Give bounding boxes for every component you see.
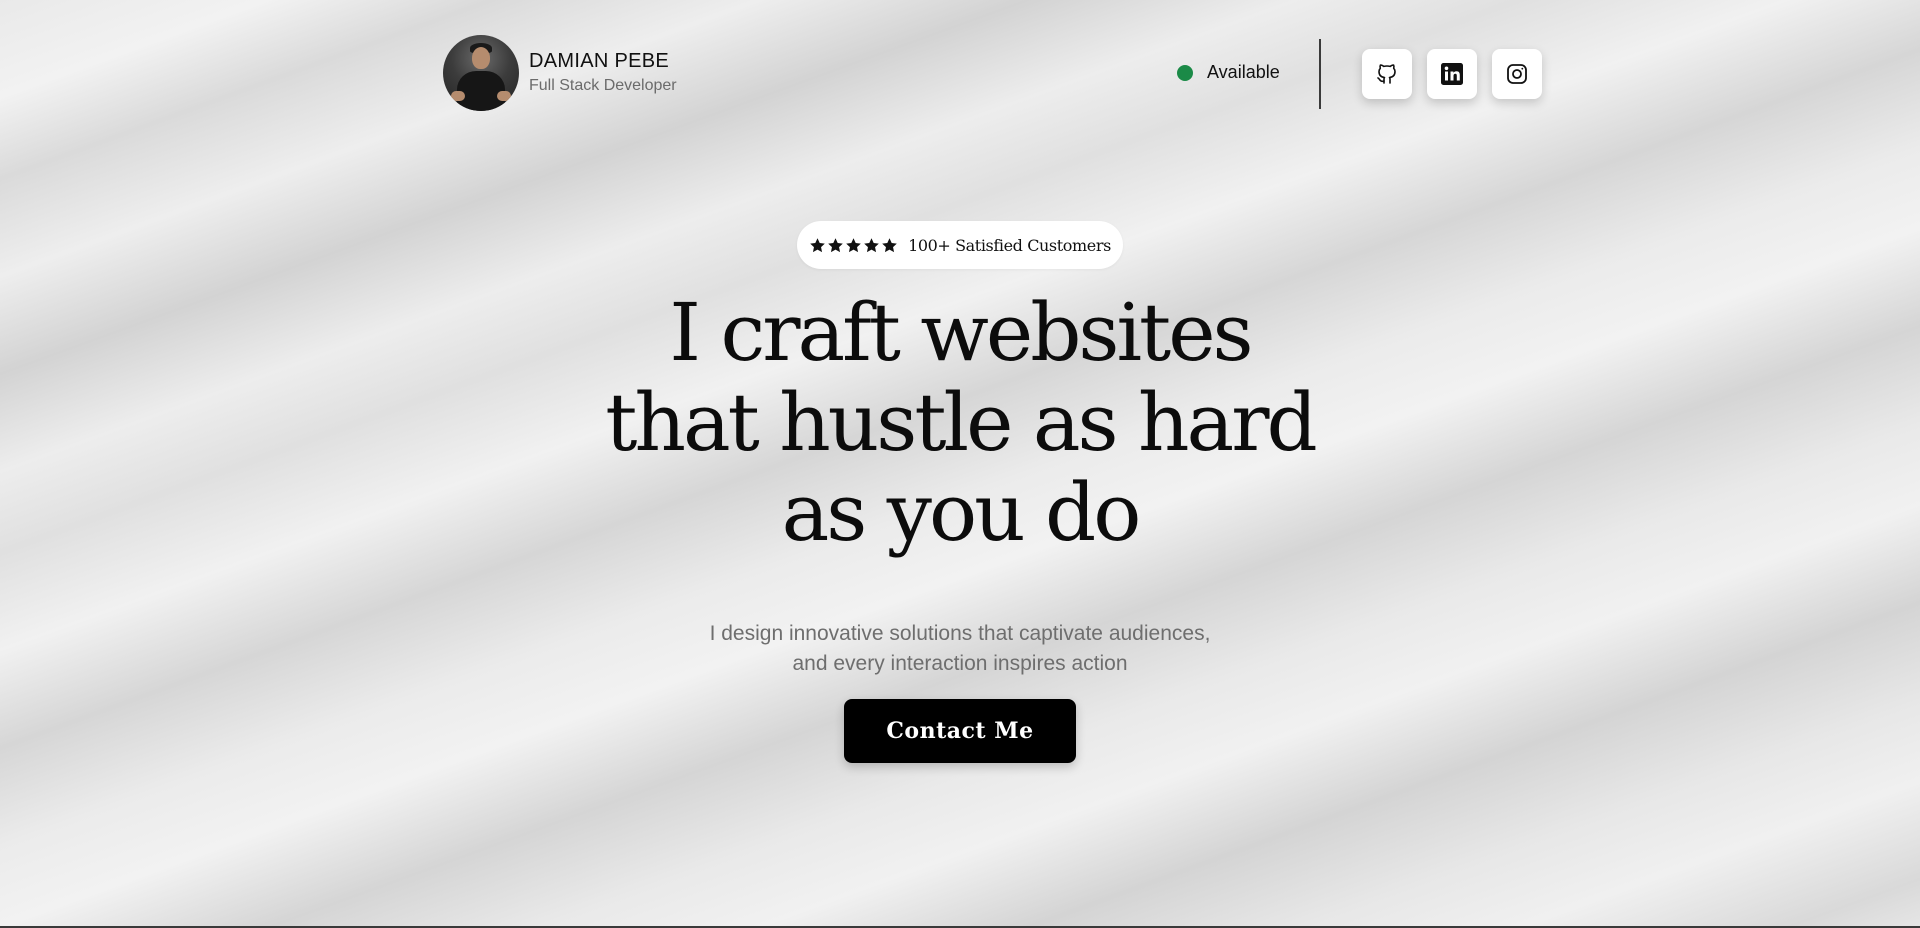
subtext-line-2: and every interaction inspires action: [792, 652, 1128, 675]
hero-headline: I craft websites that hustle as hard as …: [560, 288, 1360, 558]
github-button[interactable]: [1362, 49, 1412, 99]
instagram-button[interactable]: [1492, 49, 1542, 99]
site-header: DAMIAN PEBE Full Stack Developer Availab…: [443, 35, 1543, 111]
profile-info: DAMIAN PEBE Full Stack Developer: [529, 49, 677, 97]
rating-stars: [809, 237, 898, 254]
header-divider: [1319, 39, 1321, 109]
star-icon: [828, 237, 843, 252]
linkedin-icon: [1441, 63, 1463, 85]
headline-line-2: that hustle as hard: [605, 376, 1317, 469]
profile-role: Full Stack Developer: [529, 77, 677, 94]
hero-subtext: I design innovative solutions that capti…: [610, 619, 1310, 679]
linkedin-button[interactable]: [1427, 49, 1477, 99]
availability-label: Available: [1207, 62, 1280, 82]
headline-line-1: I craft websites: [669, 286, 1253, 379]
rating-badge: 100+ Satisfied Customers: [797, 221, 1123, 269]
contact-me-button[interactable]: Contact Me: [844, 699, 1076, 763]
social-links: [1362, 49, 1542, 99]
star-icon: [810, 237, 825, 252]
profile-name: DAMIAN PEBE: [529, 50, 669, 72]
availability-status: Available: [1177, 62, 1280, 83]
star-icon: [864, 237, 879, 252]
github-icon: [1377, 64, 1396, 84]
instagram-icon: [1507, 64, 1527, 84]
profile: DAMIAN PEBE Full Stack Developer: [443, 35, 677, 111]
avatar: [443, 35, 519, 111]
headline-line-3: as you do: [781, 466, 1142, 559]
subtext-line-1: I design innovative solutions that capti…: [709, 622, 1211, 645]
status-dot-icon: [1177, 64, 1193, 81]
star-icon: [882, 237, 897, 252]
star-icon: [846, 237, 861, 252]
badge-text: 100+ Satisfied Customers: [908, 235, 1111, 255]
